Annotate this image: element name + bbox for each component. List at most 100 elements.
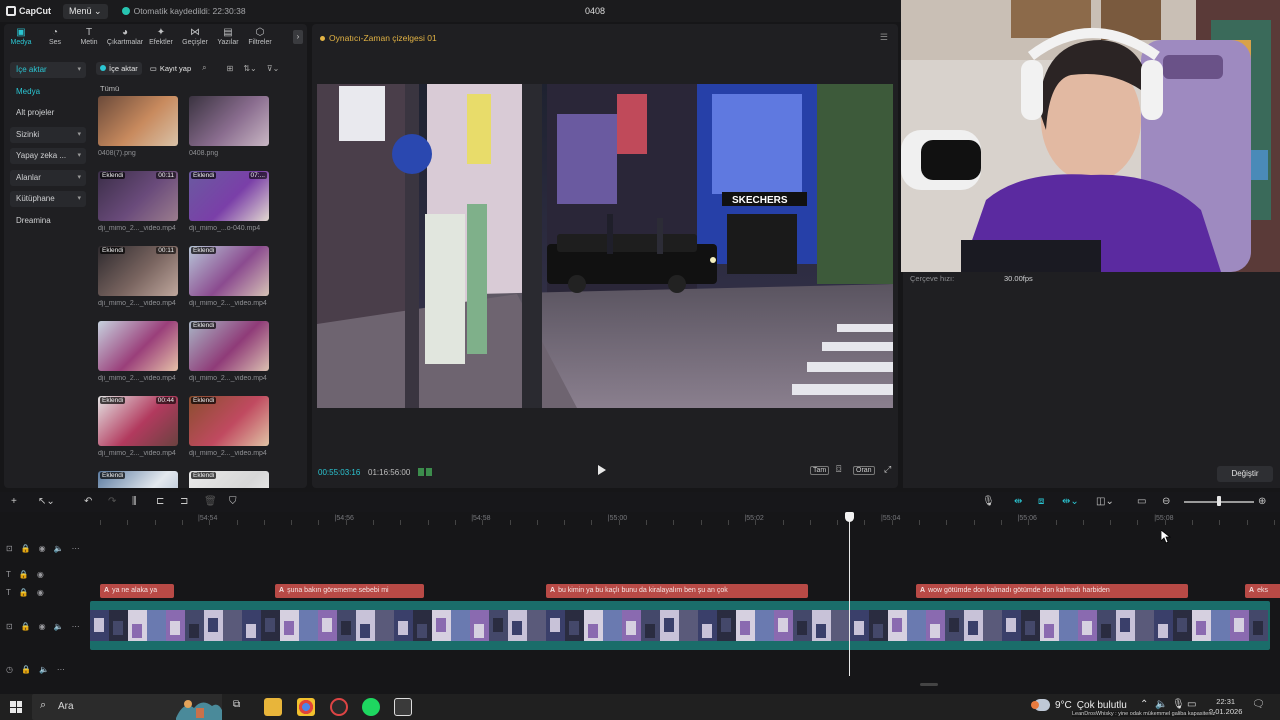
speaker-icon[interactable]: 🔈 bbox=[54, 622, 64, 631]
caption-clip[interactable]: Awow götümde don kalmadı götümde don kal… bbox=[916, 584, 1188, 598]
eye-icon[interactable]: ◉ bbox=[37, 570, 44, 579]
change-button[interactable]: Değiştir bbox=[1217, 466, 1273, 482]
caption-clip[interactable]: Abu kimin ya bu kaçlı bunu da kiralayalı… bbox=[546, 584, 808, 598]
tab-media[interactable]: ▣ Medya bbox=[4, 24, 38, 50]
media-item[interactable]: Eklendi dji_mimo_2..._video.mp4 bbox=[189, 396, 269, 457]
speaker-icon[interactable]: 🔈 bbox=[54, 544, 64, 553]
snap-icon[interactable]: ⇹⌄ bbox=[1062, 496, 1079, 508]
media-item[interactable]: Eklendi 00:44 dji_mimo_2..._video.mp4 bbox=[98, 396, 178, 457]
sidenav-item-library[interactable]: Kütüphane ▾ bbox=[10, 191, 86, 207]
microphone-icon[interactable]: 🎙 bbox=[982, 496, 995, 508]
volume-icon[interactable]: 🔈 bbox=[1155, 699, 1167, 710]
capcut-taskbar-icon[interactable] bbox=[394, 698, 412, 716]
network-icon[interactable]: ▭ bbox=[1187, 699, 1196, 710]
eye-icon[interactable]: ◉ bbox=[39, 622, 46, 631]
caption-icon[interactable]: ▭ bbox=[1137, 496, 1146, 508]
mic-tray-icon[interactable]: 🎙 bbox=[1172, 699, 1185, 710]
media-item[interactable]: Eklendi 00:11 dji_mimo_2..._video.mp4 bbox=[98, 171, 178, 232]
magnet-icon[interactable]: ⧈ bbox=[1038, 496, 1044, 508]
sidenav-item-dreamina[interactable]: Dreamina bbox=[10, 213, 86, 229]
more-icon[interactable]: ⋯ bbox=[72, 622, 80, 631]
play-icon[interactable] bbox=[598, 465, 606, 475]
delete-icon[interactable]: 🗑 bbox=[204, 496, 217, 508]
lock-icon[interactable]: 🔒 bbox=[19, 588, 29, 597]
timeline-scrollbar[interactable] bbox=[920, 683, 938, 686]
lock-icon[interactable]: 🔒 bbox=[21, 665, 31, 674]
taskbar-search[interactable]: ⌕ Ara bbox=[32, 694, 222, 720]
tab-filters[interactable]: ⬡ Filtreler bbox=[244, 24, 276, 50]
playhead[interactable] bbox=[849, 512, 850, 676]
eye-icon[interactable]: ◉ bbox=[39, 544, 46, 553]
split-icon[interactable]: ⫼ bbox=[132, 496, 137, 508]
sidenav-item-spaces[interactable]: Alanlar ▾ bbox=[10, 169, 86, 186]
tab-transitions[interactable]: ⋈ Geçişler bbox=[178, 24, 212, 50]
zoom-slider-thumb[interactable] bbox=[1217, 496, 1221, 506]
caption-clip[interactable]: Aya ne alaka ya bbox=[100, 584, 174, 598]
link-clips-icon[interactable]: ⇹ bbox=[1014, 496, 1022, 508]
spotify-icon[interactable] bbox=[362, 698, 380, 716]
sidenav-item-ai[interactable]: Yapay zeka ... ▾ bbox=[10, 148, 86, 164]
grid-view-icon[interactable]: ⊞ bbox=[224, 64, 237, 73]
obs-icon[interactable] bbox=[330, 698, 348, 716]
trim-left-icon[interactable]: ⊏ bbox=[156, 496, 164, 508]
full-quality-button[interactable]: Tam bbox=[810, 466, 830, 475]
menu-button[interactable]: Menü ⌄ bbox=[63, 3, 108, 19]
tab-stickers[interactable]: ◕ Çıkartmalar bbox=[106, 24, 144, 50]
search-icon[interactable]: ⌕ bbox=[199, 63, 209, 73]
select-tool-icon[interactable]: ↖⌄ bbox=[38, 496, 55, 508]
media-item[interactable]: dji_mimo_2..._video.mp4 bbox=[98, 321, 178, 382]
video-clip[interactable] bbox=[90, 601, 1270, 650]
sidenav-item-media[interactable]: Medya bbox=[10, 84, 86, 100]
eye-icon[interactable]: ◉ bbox=[37, 588, 44, 597]
tabs-next-button[interactable]: › bbox=[293, 30, 303, 44]
caption-clip[interactable]: Aşuna bakın görememe sebebi mi bbox=[275, 584, 424, 598]
hamburger-menu-icon[interactable]: ☰ bbox=[880, 32, 888, 43]
redo-icon[interactable]: ↷ bbox=[108, 496, 116, 508]
cover-icon[interactable]: ⊡ bbox=[6, 622, 13, 631]
media-item[interactable]: Eklendi dji_mimo_2..._video.mp4 bbox=[189, 321, 269, 382]
chrome-icon[interactable] bbox=[297, 698, 315, 716]
tab-text[interactable]: T Metin bbox=[72, 24, 106, 50]
media-item[interactable]: Eklendi bbox=[98, 471, 178, 488]
media-item[interactable]: Eklendi 07:... dji_mimo_...o-040.mp4 bbox=[189, 171, 269, 232]
task-view-icon[interactable]: ⧉ bbox=[233, 699, 240, 710]
trim-right-icon[interactable]: ⊐ bbox=[180, 496, 188, 508]
sidenav-item-yours[interactable]: Sizinki ▾ bbox=[10, 126, 86, 143]
shield-icon[interactable]: ⛉ bbox=[229, 496, 237, 508]
media-item[interactable]: 0408.png bbox=[189, 96, 269, 157]
file-explorer-icon[interactable] bbox=[264, 698, 282, 716]
zoom-out-icon[interactable]: ⊖ bbox=[1162, 496, 1170, 508]
sidenav-item-import[interactable]: İçe aktar ▾ bbox=[10, 62, 86, 78]
lock-icon[interactable]: 🔒 bbox=[21, 544, 31, 553]
snapshot-icon[interactable]: ⌼ bbox=[834, 464, 843, 475]
tab-captions[interactable]: ▤ Yazılar bbox=[212, 24, 244, 50]
lock-icon[interactable]: 🔒 bbox=[19, 570, 29, 579]
sidenav-item-subprojects[interactable]: Alt projeler bbox=[10, 105, 86, 121]
fullscreen-icon[interactable]: ⤢ bbox=[882, 464, 893, 475]
more-icon[interactable]: ⋯ bbox=[72, 544, 80, 553]
record-button[interactable]: ▭ Kayıt yap bbox=[146, 62, 195, 75]
caption-clip[interactable]: Aeks bbox=[1245, 584, 1280, 598]
tab-effects[interactable]: ✦ Efektler bbox=[144, 24, 178, 50]
cover-icon[interactable]: ⊡ bbox=[6, 544, 13, 553]
video-preview[interactable]: SKECHERS bbox=[317, 84, 893, 408]
preview-axis-icon[interactable]: ◫⌄ bbox=[1096, 496, 1114, 508]
time-ruler[interactable]: |54:54 |54:56 |54:58 |55:00 |55:02 |55:04 |55:… bbox=[90, 512, 1280, 526]
zoom-in-icon[interactable]: ⊕ bbox=[1258, 496, 1266, 508]
media-item[interactable]: 0408(7).png bbox=[98, 96, 178, 157]
add-track-icon[interactable]: + bbox=[11, 496, 17, 508]
playhead-handle[interactable] bbox=[845, 512, 854, 522]
lock-icon[interactable]: 🔒 bbox=[21, 622, 31, 631]
more-icon[interactable]: ⋯ bbox=[57, 665, 65, 674]
weather-widget[interactable]: 9°C Çok bulutlu bbox=[1031, 699, 1127, 711]
undo-icon[interactable]: ↶ bbox=[84, 496, 92, 508]
filter-icon[interactable]: ⊽⌄ bbox=[264, 64, 283, 73]
media-item[interactable]: Eklendi 00:11 dji_mimo_2..._video.mp4 bbox=[98, 246, 178, 307]
tray-chevron-icon[interactable]: ⌃ bbox=[1140, 699, 1148, 710]
notification-icon[interactable]: 🗨 bbox=[1252, 699, 1265, 710]
import-button[interactable]: İçe aktar bbox=[96, 61, 142, 75]
speaker-icon[interactable]: 🔈 bbox=[39, 665, 49, 674]
media-item[interactable]: Eklendi bbox=[189, 471, 269, 488]
tab-audio[interactable]: ◔ Ses bbox=[38, 24, 72, 50]
media-item[interactable]: Eklendi dji_mimo_2..._video.mp4 bbox=[189, 246, 269, 307]
